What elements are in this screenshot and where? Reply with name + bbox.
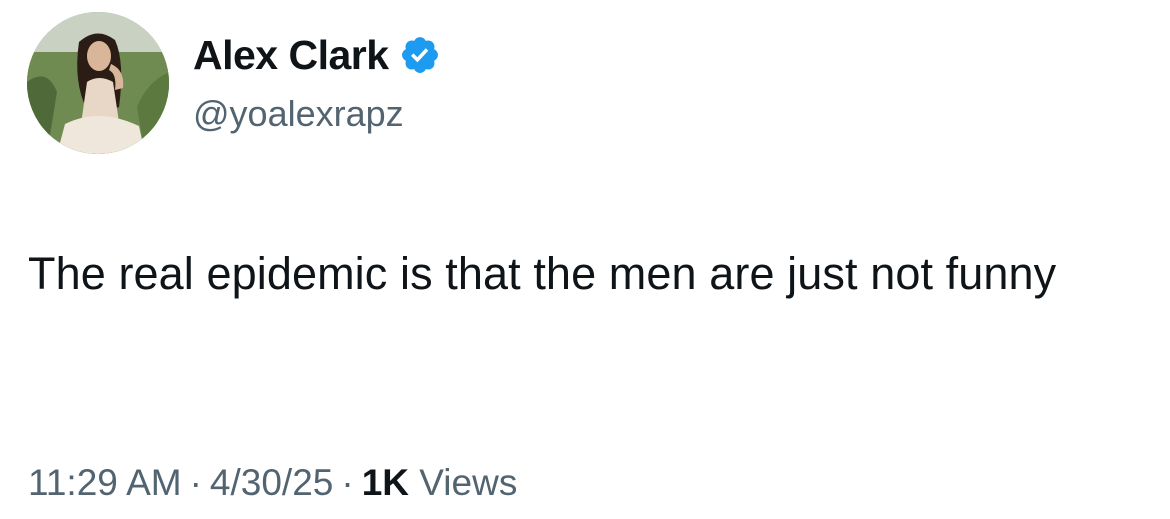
avatar-photo	[27, 12, 169, 154]
meta-separator: ·	[341, 462, 354, 503]
verified-badge-icon[interactable]	[399, 34, 441, 76]
tweet-time[interactable]: 11:29 AM	[28, 462, 182, 503]
tweet-date[interactable]: 4/30/25	[210, 462, 333, 503]
views-count: 1K	[361, 462, 410, 503]
author-display-name[interactable]: Alex Clark	[193, 30, 389, 80]
views-label: Views	[419, 462, 518, 503]
author-handle[interactable]: @yoalexrapz	[193, 92, 404, 136]
tweet-text: The real epidemic is that the men are ju…	[28, 248, 1057, 299]
tweet-meta: 11:29 AM · 4/30/25 · 1K Views	[28, 458, 517, 508]
meta-separator: ·	[189, 462, 202, 503]
author-name-row: Alex Clark	[193, 30, 441, 80]
avatar[interactable]	[27, 12, 169, 154]
